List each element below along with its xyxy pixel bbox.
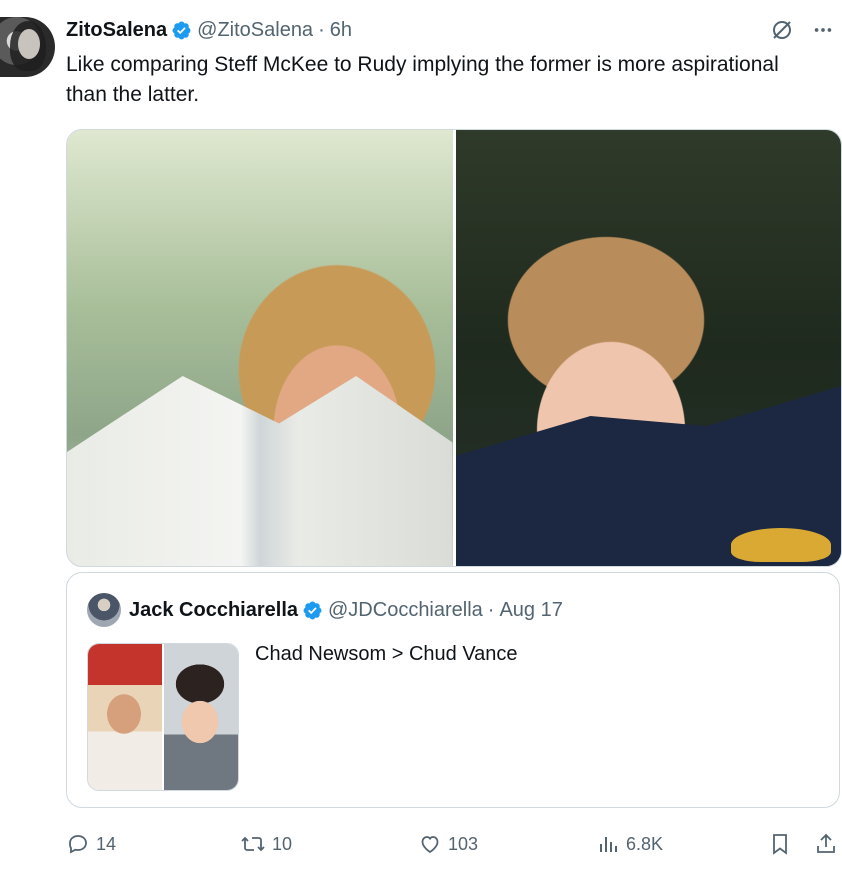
reply-button[interactable]: 14 xyxy=(66,826,116,862)
views-icon xyxy=(600,837,617,852)
views-count: 6.8K xyxy=(626,833,664,854)
reply-icon xyxy=(69,835,87,854)
avatar-face xyxy=(18,29,40,59)
author-name[interactable]: ZitoSalena xyxy=(66,19,167,42)
media-photo-right[interactable] xyxy=(455,130,841,566)
quoted-author-handle[interactable]: @JDCocchiarella xyxy=(328,599,483,622)
tweet-time[interactable]: 6h xyxy=(330,19,352,42)
quoted-tweet[interactable]: Jack Cocchiarella @JDCocchiarella · Aug … xyxy=(66,572,840,808)
photo-left-jacket xyxy=(67,376,453,566)
tweet-text: Like comparing Steff McKee to Rudy imply… xyxy=(66,53,779,106)
tweet-media[interactable] xyxy=(66,129,842,567)
media-photo-left[interactable] xyxy=(67,130,453,566)
more-icon[interactable] xyxy=(812,19,834,41)
quoted-photo-right[interactable] xyxy=(164,644,238,790)
quoted-tweet-header: Jack Cocchiarella @JDCocchiarella · Aug … xyxy=(87,593,563,627)
verified-badge-icon xyxy=(172,21,191,39)
quoted-tweet-media[interactable] xyxy=(87,643,239,791)
share-button[interactable] xyxy=(814,826,842,862)
separator-dot: · xyxy=(487,598,495,621)
tweet-actions: 14 10 103 6.8K xyxy=(66,826,840,862)
like-button[interactable]: 103 xyxy=(418,826,478,862)
repost-count: 10 xyxy=(272,833,293,854)
quoted-author-name[interactable]: Jack Cocchiarella xyxy=(129,599,298,622)
reply-count: 14 xyxy=(96,833,117,854)
verified-badge-icon xyxy=(303,601,322,619)
tweet-top-icons xyxy=(770,18,834,42)
bookmark-icon xyxy=(773,834,787,855)
share-icon xyxy=(817,833,835,853)
views-button[interactable]: 6.8K xyxy=(596,826,663,862)
grok-icon[interactable] xyxy=(770,18,794,42)
quoted-tweet-text: Chad Newsom > Chud Vance xyxy=(255,643,518,665)
author-handle[interactable]: @ZitoSalena xyxy=(197,19,313,42)
quoted-tweet-date[interactable]: Aug 17 xyxy=(499,599,562,622)
author-avatar[interactable] xyxy=(0,17,55,77)
photo-right-patch xyxy=(731,528,831,562)
like-count: 103 xyxy=(448,833,479,854)
quoted-author-avatar[interactable] xyxy=(87,593,121,627)
bookmark-button[interactable] xyxy=(768,826,798,862)
quoted-photo-left[interactable] xyxy=(88,644,162,790)
separator-dot: · xyxy=(318,18,325,41)
tweet-header: ZitoSalena @ZitoSalena · 6h xyxy=(66,14,352,46)
heart-icon xyxy=(421,836,439,854)
repost-icon xyxy=(241,836,265,852)
repost-button[interactable]: 10 xyxy=(240,826,292,862)
